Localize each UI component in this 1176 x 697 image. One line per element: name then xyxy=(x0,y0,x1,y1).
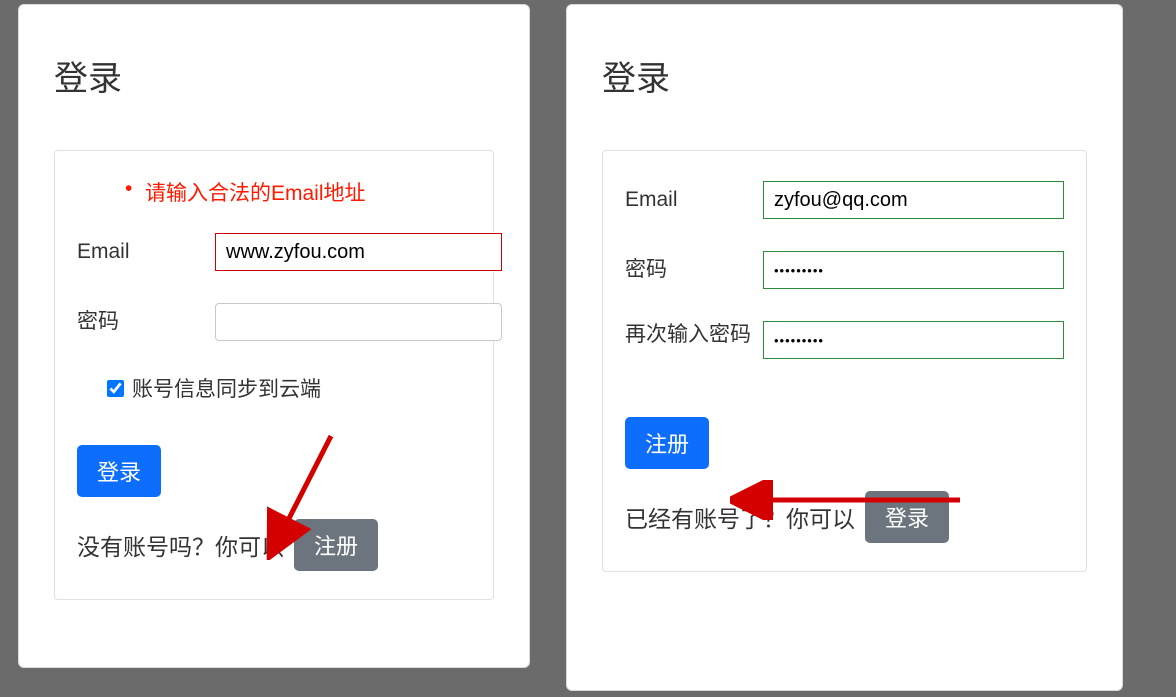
password-label: 密码 xyxy=(77,308,215,335)
login-bottom-line: 没有账号吗？你可以 注册 xyxy=(77,519,471,571)
email-label: Email xyxy=(77,238,215,265)
reg-email-input[interactable] xyxy=(763,181,1064,219)
register-form-box: Email 密码 再次输入密码 注册 已经有账号了？你可以 登录 xyxy=(602,150,1087,572)
login-form-box: 请输入合法的Email地址 Email 密码 账号信息同步到云端 登录 没有账号… xyxy=(54,150,494,600)
email-row: Email xyxy=(77,233,471,271)
sync-checkbox-row: 账号信息同步到云端 xyxy=(77,373,471,403)
reg-confirm-label: 再次输入密码 xyxy=(625,321,763,348)
sync-checkbox[interactable] xyxy=(107,380,124,397)
have-account-text: 已经有账号了？你可以 xyxy=(625,500,855,534)
reg-password-row: 密码 xyxy=(625,251,1064,289)
password-input[interactable] xyxy=(215,303,502,341)
login-card: 登录 请输入合法的Email地址 Email 密码 账号信息同步到云端 登录 没… xyxy=(18,4,530,668)
login-title: 登录 xyxy=(54,51,494,100)
sync-checkbox-label: 账号信息同步到云端 xyxy=(132,373,321,403)
reg-password-label: 密码 xyxy=(625,256,763,283)
no-account-text: 没有账号吗？你可以 xyxy=(77,528,284,562)
register-card: 登录 Email 密码 再次输入密码 注册 已经有账号了？你可以 登录 xyxy=(566,4,1123,691)
reg-confirm-input[interactable] xyxy=(763,321,1064,359)
reg-email-row: Email xyxy=(625,181,1064,219)
login-button[interactable]: 登录 xyxy=(77,445,161,497)
error-message: 请输入合法的Email地址 xyxy=(145,177,471,207)
email-input[interactable] xyxy=(215,233,502,271)
register-title: 登录 xyxy=(602,51,1087,100)
password-row: 密码 xyxy=(77,303,471,341)
register-button[interactable]: 注册 xyxy=(294,519,378,571)
reg-confirm-row: 再次输入密码 xyxy=(625,321,1064,359)
login-switch-button[interactable]: 登录 xyxy=(865,491,949,543)
register-submit-button[interactable]: 注册 xyxy=(625,417,709,469)
reg-email-label: Email xyxy=(625,186,763,213)
error-list: 请输入合法的Email地址 xyxy=(77,177,471,207)
reg-password-input[interactable] xyxy=(763,251,1064,289)
register-bottom-line: 已经有账号了？你可以 登录 xyxy=(625,491,1064,543)
